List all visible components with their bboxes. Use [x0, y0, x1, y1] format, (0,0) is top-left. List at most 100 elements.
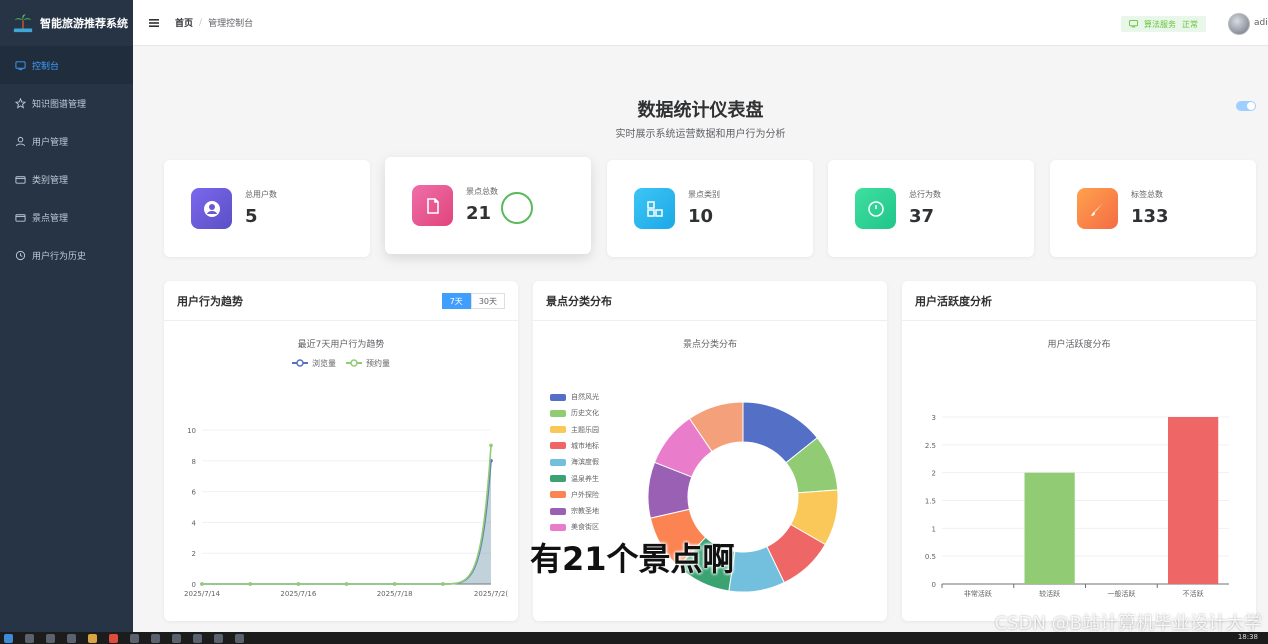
folder-icon[interactable]: [88, 633, 97, 643]
os-taskbar: 18:38: [0, 632, 1268, 644]
trend-card: 用户行为趋势 7天 30天 最近7天用户行为趋势 浏览量 预约量 0 2 4 6 8 10 20…: [164, 281, 518, 621]
page-subtitle: 实时展示系统运营数据和用户行为分析: [615, 129, 786, 140]
taskbar-clock: 18:38: [1237, 633, 1258, 641]
stat-card[interactable]: 景点类别 10: [607, 160, 813, 257]
brand-title: 智能旅游推荐系统: [40, 17, 128, 30]
stat-label: 总用户数: [245, 190, 277, 199]
brush-icon: [1077, 188, 1118, 229]
data-point[interactable]: [344, 582, 349, 586]
data-point[interactable]: [248, 582, 252, 586]
sidebar-item-label: 类别管理: [32, 175, 69, 186]
bar[interactable]: [1168, 417, 1219, 584]
data-point[interactable]: [392, 582, 397, 586]
stat-label: 景点类别: [688, 190, 720, 199]
series-line[interactable]: [202, 445, 492, 585]
tab-30-days[interactable]: 30天: [470, 293, 505, 309]
y-tick-label: 0.5: [925, 553, 936, 561]
top-header: 首页 / 管理控制台 算法服务 正常 adi: [133, 0, 1268, 46]
tab-7-days[interactable]: 7天: [441, 293, 471, 309]
series-area: [202, 445, 491, 584]
click-highlight-icon: [501, 192, 533, 224]
sidebar-item-2[interactable]: 用户管理: [0, 122, 133, 160]
sidebar: 智能旅游推荐系统 控制台知识图谱管理用户管理类别管理景点管理用户行为历史: [0, 0, 133, 632]
x-tick-label: 2025/7/2(: [474, 590, 508, 598]
y-tick-label: 2: [192, 550, 196, 558]
sidebar-item-label: 知识图谱管理: [32, 99, 87, 110]
brand[interactable]: 智能旅游推荐系统: [0, 0, 133, 46]
y-tick-label: 0: [932, 581, 936, 589]
stat-card[interactable]: 景点总数 21: [385, 157, 591, 254]
stat-value: 21: [466, 203, 492, 224]
windows-start-icon[interactable]: [4, 633, 13, 643]
status-value: 正常: [1182, 19, 1198, 29]
taskbar-app-icon[interactable]: [172, 633, 181, 643]
sidebar-item-label: 景点管理: [32, 213, 69, 224]
sidebar-item-5[interactable]: 用户行为历史: [0, 236, 133, 274]
browser-icon[interactable]: [109, 633, 118, 643]
stat-value: 10: [688, 206, 714, 227]
monitor-icon: [14, 59, 26, 71]
y-tick-label: 3: [932, 414, 936, 422]
sidebar-item-4[interactable]: 景点管理: [0, 198, 133, 236]
category-card-title: 景点分类分布: [533, 281, 887, 321]
user-name[interactable]: adi: [1254, 18, 1268, 28]
breadcrumb: 首页 / 管理控制台: [175, 16, 253, 30]
x-tick-label: 2025/7/16: [280, 590, 316, 598]
monitor-icon: [1129, 20, 1138, 28]
star-icon: [14, 97, 26, 109]
page-title: 数据统计仪表盘: [637, 100, 764, 121]
stat-label: 总行为数: [909, 190, 941, 199]
stat-card[interactable]: 总用户数 5: [164, 160, 370, 257]
taskbar-app-icon[interactable]: [193, 633, 202, 643]
bar[interactable]: [1024, 472, 1075, 584]
stat-label: 景点总数: [466, 187, 498, 196]
x-tick-label: 一般活跃: [1107, 589, 1135, 598]
trend-line-chart: 浏览量 预约量 0 2 4 6 8 10 2025/7/14 2025/7/16 2025/7/18…: [184, 358, 508, 598]
data-point[interactable]: [296, 582, 301, 586]
stat-card[interactable]: 标签总数 133: [1050, 160, 1256, 257]
breadcrumb-separator: /: [199, 17, 203, 28]
theme-toggle[interactable]: [1236, 101, 1256, 111]
taskbar-app-icon[interactable]: [151, 633, 160, 643]
stat-value: 37: [909, 206, 935, 227]
taskbar-app-icon[interactable]: [235, 633, 244, 643]
avatar[interactable]: [1228, 13, 1250, 35]
stat-value: 5: [245, 206, 258, 227]
activity-card-title: 用户活跃度分析: [902, 281, 1256, 321]
activity-bar-chart: 0 0.5 1 1.5 2 2.5 3 非常活跃 较活跃 一般活跃 不活跃: [925, 414, 1229, 598]
hamburger-icon[interactable]: [149, 18, 159, 28]
legend-marker: [296, 359, 304, 367]
taskbar-app-icon[interactable]: [67, 633, 76, 643]
x-tick-label: 不活跃: [1183, 589, 1204, 598]
data-point[interactable]: [200, 582, 204, 586]
y-tick-label: 0: [192, 581, 196, 589]
sidebar-item-0[interactable]: 控制台: [0, 46, 133, 84]
x-tick-label: 较活跃: [1039, 589, 1060, 598]
algorithm-status-badge: 算法服务 正常: [1121, 16, 1206, 32]
y-tick-label: 6: [192, 489, 197, 497]
stat-card[interactable]: 总行为数 37: [828, 160, 1034, 257]
app-root: 智能旅游推荐系统 控制台知识图谱管理用户管理类别管理景点管理用户行为历史 首页 …: [0, 0, 1268, 644]
sidebar-item-1[interactable]: 知识图谱管理: [0, 84, 133, 122]
y-tick-label: 10: [187, 427, 196, 435]
document-icon: [412, 185, 453, 226]
sidebar-item-label: 控制台: [32, 61, 60, 72]
y-tick-label: 1: [932, 525, 936, 533]
range-toggle: 7天 30天: [441, 293, 505, 309]
y-tick-label: 4: [192, 519, 197, 527]
taskbar-app-icon[interactable]: [46, 633, 55, 643]
clock-icon: [14, 249, 26, 261]
folder-icon: [14, 211, 26, 223]
activity-card: 用户活跃度分析 用户活跃度分布 0 0.5 1 1.5 2 2.5 3 非常活跃 较活跃 一般活跃…: [902, 281, 1256, 621]
timer-icon: [855, 188, 896, 229]
sidebar-item-3[interactable]: 类别管理: [0, 160, 133, 198]
breadcrumb-home[interactable]: 首页: [175, 16, 193, 29]
legend-label[interactable]: 浏览量: [312, 358, 336, 368]
data-point[interactable]: [441, 582, 445, 586]
taskbar-app-icon[interactable]: [130, 633, 139, 643]
search-icon[interactable]: [25, 633, 34, 643]
data-point[interactable]: [489, 443, 493, 448]
y-tick-label: 8: [192, 458, 196, 466]
legend-label[interactable]: 预约量: [366, 358, 390, 368]
taskbar-app-icon[interactable]: [214, 633, 223, 643]
